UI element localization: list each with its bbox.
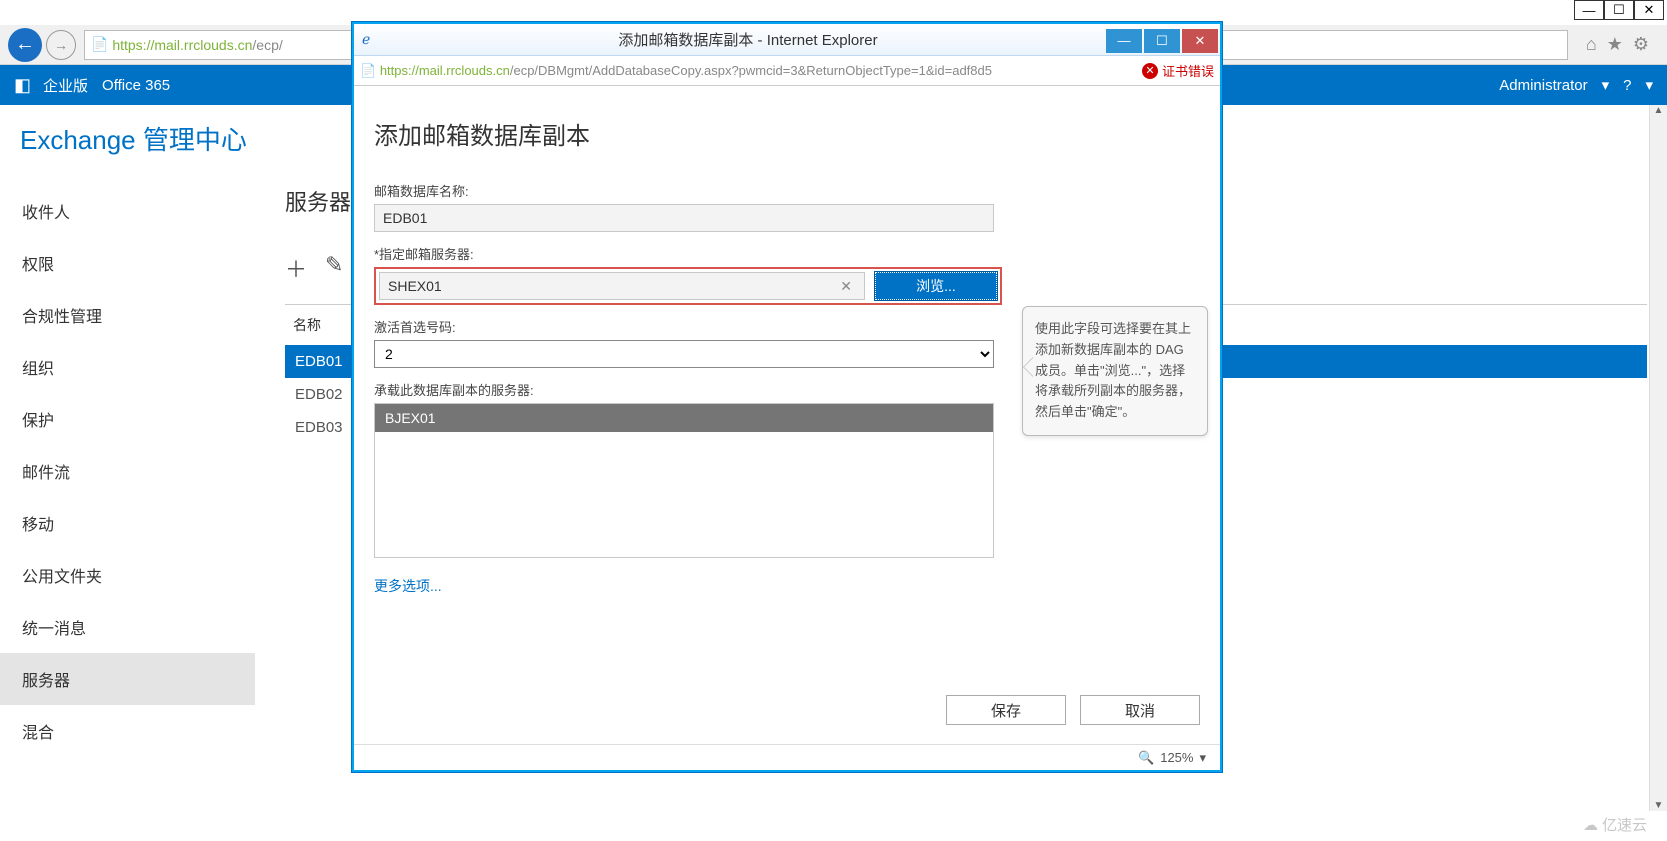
popup-minimize-button[interactable]: —: [1106, 29, 1142, 53]
cancel-button[interactable]: 取消: [1080, 695, 1200, 725]
scrollbar[interactable]: ▲ ▼: [1649, 105, 1667, 811]
url-host: https://mail.rrclouds.cn: [112, 37, 252, 53]
edit-icon[interactable]: ✎: [325, 252, 343, 284]
ie-icon: ℯ: [362, 31, 380, 49]
cloud-icon: ☁: [1583, 816, 1598, 834]
forward-button[interactable]: →: [46, 30, 76, 60]
sidebar-item[interactable]: 保护: [0, 393, 255, 445]
popup-status-bar: 🔍 125% ▾: [354, 744, 1220, 770]
enterprise-label: 企业版: [43, 75, 88, 96]
cert-error-icon: ✕: [1142, 63, 1158, 79]
list-item[interactable]: BJEX01: [375, 404, 993, 432]
server-label: *指定邮箱服务器:: [374, 244, 1200, 263]
sidebar-item[interactable]: 组织: [0, 341, 255, 393]
popup-titlebar[interactable]: ℯ 添加邮箱数据库副本 - Internet Explorer — ☐ ✕: [354, 24, 1220, 56]
db-name-field: EDB01: [374, 204, 994, 232]
scroll-up-icon[interactable]: ▲: [1654, 105, 1664, 116]
popup-url-path: /ecp/DBMgmt/AddDatabaseCopy.aspx?pwmcid=…: [510, 63, 992, 78]
server-picker-row: SHEX01 ✕ 浏览...: [374, 267, 1002, 305]
help-dropdown-icon[interactable]: ▾: [1645, 76, 1653, 94]
user-dropdown-icon[interactable]: ▾: [1602, 76, 1610, 94]
product-label: Office 365: [102, 77, 170, 94]
activation-pref-select[interactable]: 2: [374, 340, 994, 368]
server-field[interactable]: SHEX01 ✕: [379, 272, 865, 300]
zoom-dropdown-icon[interactable]: ▾: [1199, 750, 1206, 766]
popup-heading: 添加邮箱数据库副本: [374, 116, 1200, 151]
favorites-icon[interactable]: ★: [1607, 34, 1623, 55]
sidebar-item[interactable]: 邮件流: [0, 445, 255, 497]
sidebar-item[interactable]: 公用文件夹: [0, 549, 255, 601]
sidebar: 收件人权限合规性管理组织保护邮件流移动公用文件夹统一消息服务器混合: [0, 105, 255, 841]
url-path: /ecp/: [252, 37, 282, 53]
popup-window: ℯ 添加邮箱数据库副本 - Internet Explorer — ☐ ✕ 📄 …: [352, 22, 1222, 772]
sidebar-item[interactable]: 收件人: [0, 185, 255, 237]
watermark: ☁ 亿速云: [1583, 814, 1647, 835]
settings-icon[interactable]: ⚙: [1633, 34, 1649, 55]
sidebar-item[interactable]: 服务器: [0, 653, 255, 705]
cert-error-badge[interactable]: ✕ 证书错误: [1142, 61, 1214, 80]
clear-server-icon[interactable]: ✕: [836, 278, 856, 295]
sidebar-item[interactable]: 合规性管理: [0, 289, 255, 341]
user-label[interactable]: Administrator: [1499, 77, 1587, 94]
back-button[interactable]: ←: [8, 28, 42, 62]
popup-maximize-button[interactable]: ☐: [1144, 29, 1180, 53]
popup-title: 添加邮箱数据库副本 - Internet Explorer: [390, 29, 1106, 50]
zoom-icon[interactable]: 🔍: [1138, 750, 1154, 766]
popup-close-button[interactable]: ✕: [1182, 29, 1218, 53]
help-bubble: 使用此字段可选择要在其上添加新数据库副本的 DAG 成员。单击"浏览..."，选…: [1022, 306, 1208, 436]
home-icon[interactable]: ⌂: [1586, 34, 1597, 55]
sidebar-item[interactable]: 移动: [0, 497, 255, 549]
help-icon[interactable]: ?: [1623, 77, 1631, 94]
outer-close-button[interactable]: ✕: [1634, 0, 1664, 20]
db-name-label: 邮箱数据库名称:: [374, 181, 1200, 200]
outer-minimize-button[interactable]: —: [1574, 0, 1604, 20]
scroll-down-icon[interactable]: ▼: [1654, 800, 1664, 811]
app-launcher-icon[interactable]: ◧: [14, 75, 31, 96]
popup-site-icon: 📄: [360, 63, 380, 79]
zoom-value: 125%: [1160, 750, 1193, 765]
add-icon[interactable]: ＋: [285, 252, 307, 284]
site-icon: 📄: [91, 36, 112, 53]
browse-button[interactable]: 浏览...: [875, 272, 997, 300]
sidebar-item[interactable]: 统一消息: [0, 601, 255, 653]
copy-servers-list: BJEX01: [374, 403, 994, 558]
save-button[interactable]: 保存: [946, 695, 1066, 725]
more-options-link[interactable]: 更多选项...: [374, 576, 1200, 596]
sidebar-item[interactable]: 权限: [0, 237, 255, 289]
sidebar-item[interactable]: 混合: [0, 705, 255, 757]
popup-url-host: https://mail.rrclouds.cn: [380, 63, 510, 78]
popup-address-bar[interactable]: 📄 https://mail.rrclouds.cn /ecp/DBMgmt/A…: [354, 56, 1220, 86]
outer-maximize-button[interactable]: ☐: [1604, 0, 1634, 20]
